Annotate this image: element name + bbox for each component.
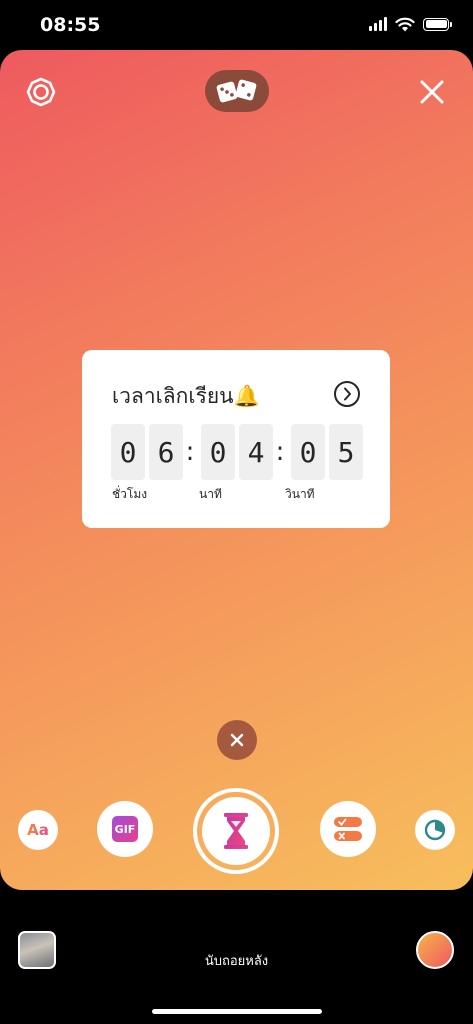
hour-digit: 0: [111, 424, 145, 480]
minute-digit: 0: [201, 424, 235, 480]
second-digit: 5: [329, 424, 363, 480]
hours-label: ชั่วโมง: [112, 487, 148, 501]
random-dice-button[interactable]: [205, 70, 269, 112]
quiz-sticker-button[interactable]: [320, 801, 376, 857]
dice-icon: [216, 79, 257, 103]
gif-label: GIF: [114, 822, 136, 836]
signal-icon: [369, 17, 387, 31]
hour-digit: 6: [149, 424, 183, 480]
settings-icon[interactable]: [26, 77, 56, 107]
status-icons: [369, 16, 452, 32]
status-time: 08:55: [40, 14, 101, 36]
home-indicator: [152, 1009, 322, 1014]
digit-separator: :: [275, 437, 285, 467]
chevron-right-circle-icon[interactable]: [333, 380, 361, 408]
status-bar: 08:55: [0, 0, 473, 50]
background-color-button[interactable]: [416, 931, 454, 969]
story-canvas[interactable]: เวลาเลิกเรียน🔔 0 6 : 0 4 : 0 5 ชั่วโมง น…: [0, 50, 473, 890]
minute-digit: 4: [239, 424, 273, 480]
hourglass-icon: [224, 813, 248, 849]
checklist-icon: [334, 817, 362, 841]
text-style-label: Aa: [27, 821, 49, 839]
story-editor-screen: 08:55 เวลาเลิกเรียน🔔 0 6: 0 4: 0 5 ชั่…: [0, 0, 473, 1024]
digit-separator: :: [185, 437, 195, 467]
countdown-capture-button[interactable]: [193, 788, 279, 874]
text-sticker-button[interactable]: Aa: [18, 810, 58, 850]
capture-inner: [202, 797, 270, 865]
remove-sticker-button[interactable]: [217, 720, 257, 760]
close-icon[interactable]: [418, 78, 446, 106]
gif-sticker-button[interactable]: GIF: [97, 801, 153, 857]
countdown-sticker[interactable]: เวลาเลิกเรียน🔔 0 6 : 0 4 : 0 5 ชั่วโมง น…: [82, 350, 390, 528]
countdown-digits[interactable]: 0 6 : 0 4 : 0 5: [111, 423, 363, 481]
countdown-title[interactable]: เวลาเลิกเรียน🔔: [112, 380, 260, 413]
gif-icon: GIF: [112, 816, 138, 842]
minutes-label: นาที: [199, 487, 222, 501]
wifi-icon: [395, 17, 415, 32]
mode-label[interactable]: นับถอยหลัง: [0, 950, 473, 971]
battery-icon: [423, 17, 452, 31]
close-icon: [230, 733, 244, 747]
pie-chart-icon: [424, 819, 446, 841]
second-digit: 0: [291, 424, 325, 480]
poll-sticker-button[interactable]: [415, 810, 455, 850]
seconds-label: วินาที: [285, 487, 315, 501]
